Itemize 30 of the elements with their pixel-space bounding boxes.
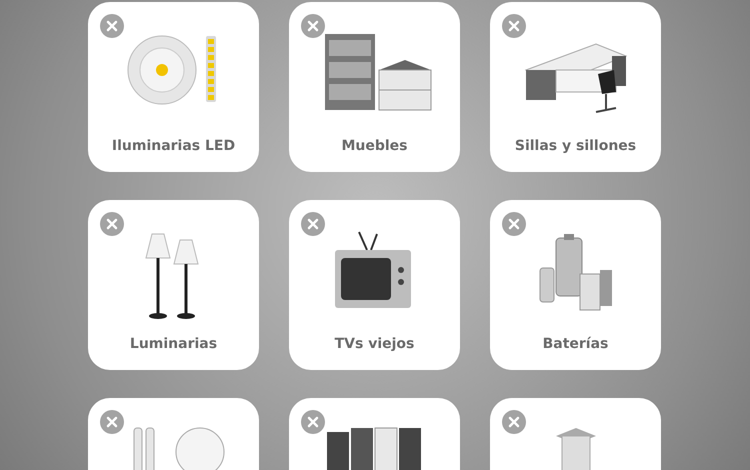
- close-icon: [307, 416, 319, 428]
- close-button[interactable]: [100, 14, 124, 38]
- category-card[interactable]: Luminarias: [88, 200, 259, 370]
- category-card[interactable]: Sillas y sillones: [490, 2, 661, 172]
- close-button[interactable]: [301, 14, 325, 38]
- close-icon: [106, 218, 118, 230]
- close-icon: [508, 416, 520, 428]
- category-label: Iluminarias LED: [112, 138, 236, 154]
- close-icon: [106, 416, 118, 428]
- close-button[interactable]: [502, 14, 526, 38]
- category-label: Luminarias: [130, 336, 218, 352]
- category-label: TVs viejos: [334, 336, 414, 352]
- close-button[interactable]: [100, 212, 124, 236]
- category-label: Sillas y sillones: [514, 138, 636, 154]
- close-button[interactable]: [301, 410, 325, 434]
- close-button[interactable]: [100, 410, 124, 434]
- close-icon: [307, 218, 319, 230]
- close-button[interactable]: [502, 410, 526, 434]
- close-icon: [106, 20, 118, 32]
- category-label: Baterías: [542, 336, 608, 352]
- close-icon: [508, 218, 520, 230]
- close-icon: [307, 20, 319, 32]
- close-icon: [508, 20, 520, 32]
- category-card[interactable]: TVs viejos: [289, 200, 460, 370]
- category-card[interactable]: Iluminarias LED: [88, 2, 259, 172]
- category-label: Muebles: [341, 138, 408, 154]
- category-card[interactable]: Muebles: [289, 2, 460, 172]
- close-button[interactable]: [502, 212, 526, 236]
- category-card[interactable]: Baterías: [490, 200, 661, 370]
- close-button[interactable]: [301, 212, 325, 236]
